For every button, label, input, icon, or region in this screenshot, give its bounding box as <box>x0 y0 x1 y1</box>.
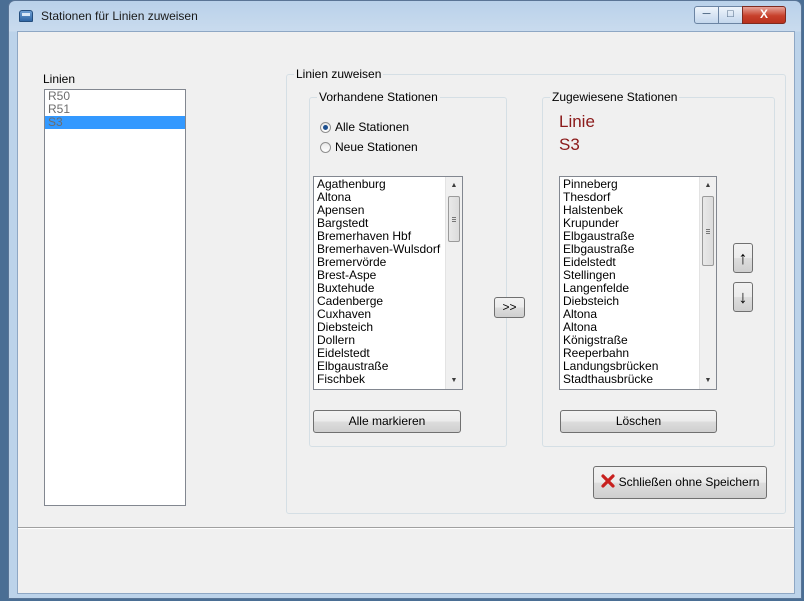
assigned-stations-group: Zugewiesene Stationen Linie S3 Pinneberg… <box>542 90 775 447</box>
scroll-up-arrow-icon[interactable]: ▲ <box>446 177 462 194</box>
grip-line <box>452 219 456 220</box>
close-without-saving-label: Schließen ohne Speichern <box>618 475 760 489</box>
close-x-icon <box>601 474 615 488</box>
radio-unselected-icon <box>320 142 331 153</box>
grip-line <box>452 221 456 222</box>
delete-button[interactable]: Löschen <box>560 410 717 433</box>
close-without-saving-button[interactable]: Schließen ohne Speichern <box>593 466 767 499</box>
move-down-button[interactable]: ↓ <box>733 282 753 312</box>
transfer-button[interactable]: >> <box>494 297 525 318</box>
list-item[interactable]: R51 <box>45 103 185 116</box>
lines-listbox[interactable]: R50 R51 S3 <box>44 89 186 506</box>
available-stations-group: Vorhandene Stationen Alle Stationen Neue… <box>309 90 507 447</box>
mark-all-button[interactable]: Alle markieren <box>313 410 461 433</box>
title-bar[interactable]: Stationen für Linien zuweisen ─ □ X <box>9 1 801 31</box>
radio-new-stations[interactable]: Neue Stationen <box>320 140 418 154</box>
available-scrollbar[interactable]: ▲ ▼ <box>445 177 462 389</box>
assigned-scrollbar[interactable]: ▲ ▼ <box>699 177 716 389</box>
list-item[interactable]: S3 <box>45 116 185 129</box>
scroll-down-arrow-icon[interactable]: ▼ <box>446 372 462 389</box>
arrow-up-icon: ↑ <box>738 248 748 268</box>
arrow-down-icon: ↓ <box>738 287 748 307</box>
assigned-stations-items: Pinneberg Thesdorf Halstenbek Krupunder Elbg… <box>560 177 716 386</box>
maximize-button[interactable]: □ <box>718 6 743 24</box>
available-stations-items: Agathenburg Altona Apensen Bargstedt Bremerh… <box>314 177 462 386</box>
radio-new-label: Neue Stationen <box>335 140 418 154</box>
grip-line <box>706 233 710 234</box>
scroll-up-arrow-icon[interactable]: ▲ <box>700 177 716 194</box>
lines-label: Linien <box>43 72 76 86</box>
scroll-down-arrow-icon[interactable]: ▼ <box>700 372 716 389</box>
assigned-stations-listbox[interactable]: Pinneberg Thesdorf Halstenbek Krupunder Elbg… <box>559 176 717 390</box>
assign-lines-group: Linien zuweisen Vorhandene Stationen All… <box>286 67 786 514</box>
scroll-thumb[interactable] <box>448 196 460 242</box>
grip-line <box>706 231 710 232</box>
app-window: Stationen für Linien zuweisen ─ □ X Lini… <box>8 0 802 599</box>
bus-icon <box>19 10 33 22</box>
line-name: S3 <box>559 135 580 154</box>
line-heading: Linie <box>559 112 595 131</box>
available-stations-legend: Vorhandene Stationen <box>317 90 440 104</box>
minimize-button[interactable]: ─ <box>694 6 719 24</box>
radio-all-label: Alle Stationen <box>335 120 410 134</box>
assign-lines-legend: Linien zuweisen <box>294 67 384 81</box>
radio-all-stations[interactable]: Alle Stationen <box>320 120 409 134</box>
window-title: Stationen für Linien zuweisen <box>41 9 198 23</box>
assigned-stations-legend: Zugewiesene Stationen <box>550 90 680 104</box>
move-up-button[interactable]: ↑ <box>733 243 753 273</box>
bottom-separator <box>18 527 794 529</box>
scroll-thumb[interactable] <box>702 196 714 266</box>
grip-line <box>706 229 710 230</box>
close-window-button[interactable]: X <box>742 6 786 24</box>
list-item[interactable]: Stadthausbrücke <box>560 373 716 386</box>
client-area: Linien R50 R51 S3 Linien zuweisen Vorhande… <box>17 31 795 594</box>
grip-line <box>452 217 456 218</box>
list-item[interactable]: Fischbek <box>314 373 462 386</box>
available-stations-listbox[interactable]: Agathenburg Altona Apensen Bargstedt Bremerh… <box>313 176 463 390</box>
radio-selected-icon <box>320 122 331 133</box>
